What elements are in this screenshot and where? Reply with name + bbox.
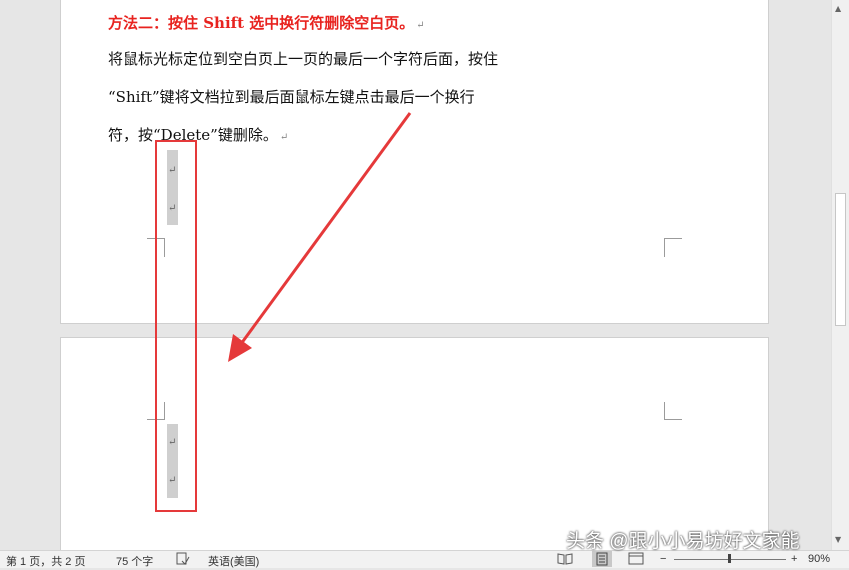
zoom-out-button[interactable]: −	[660, 553, 666, 565]
read-mode-icon[interactable]	[557, 552, 573, 568]
word-count[interactable]: 75 个字	[116, 553, 153, 569]
proofing-icon[interactable]	[176, 552, 190, 568]
annotation-arrow	[228, 112, 412, 362]
zoom-slider-thumb[interactable]	[728, 554, 731, 563]
watermark: 头条 @跟小小易坊好文家能	[566, 531, 800, 552]
vertical-scrollbar[interactable]: ▲ ▼	[831, 0, 849, 551]
scroll-up-icon[interactable]: ▲	[835, 4, 841, 13]
print-layout-icon[interactable]	[592, 551, 612, 567]
zoom-level[interactable]: 90%	[808, 553, 830, 565]
page-count[interactable]: 第 1 页，共 2 页	[6, 553, 85, 569]
web-layout-icon[interactable]	[628, 552, 644, 568]
scroll-down-icon[interactable]: ▼	[835, 535, 841, 544]
scrollbar-thumb[interactable]	[835, 193, 846, 326]
language-indicator[interactable]: 英语(美国)	[208, 553, 259, 569]
zoom-in-button[interactable]: +	[791, 553, 797, 565]
